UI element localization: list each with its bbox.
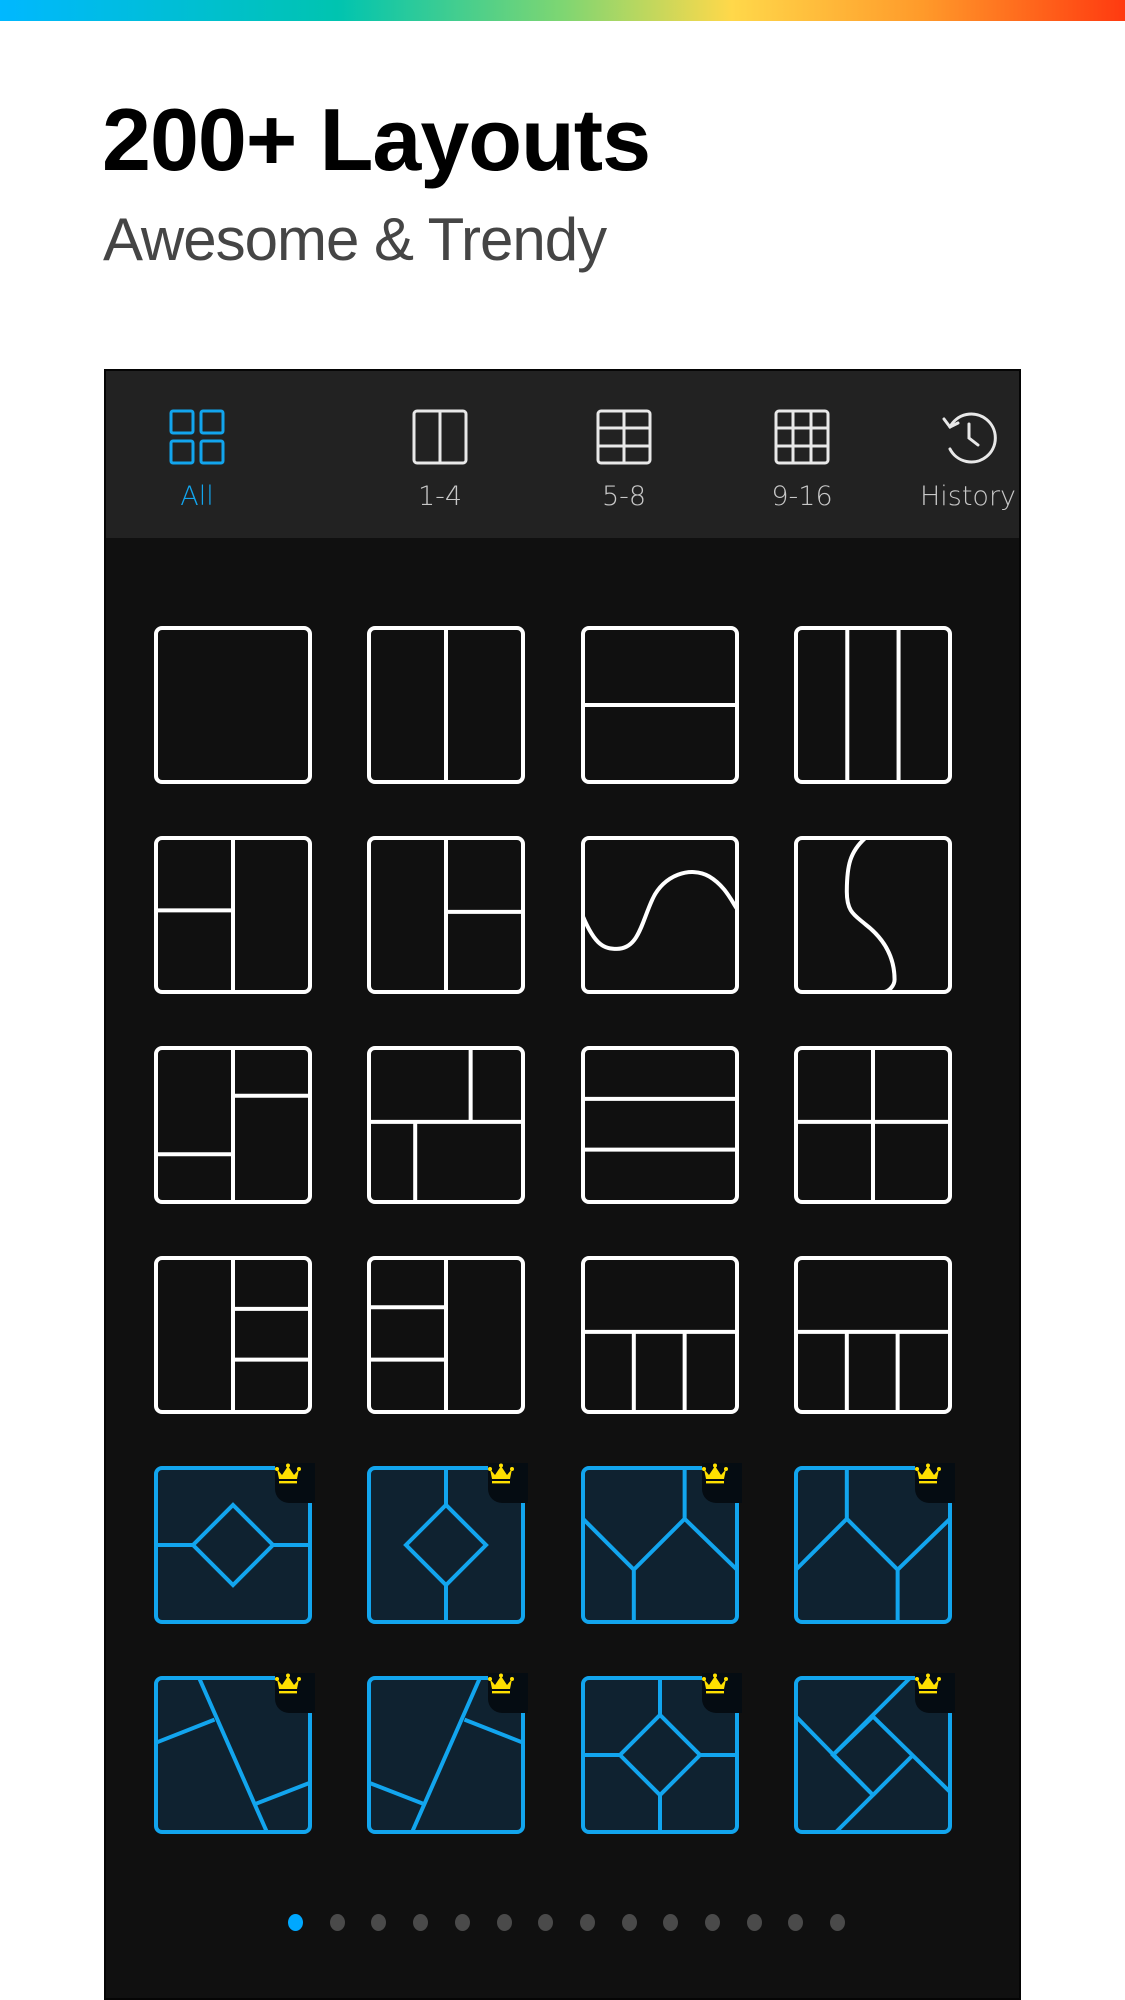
- layout-preview-icon: [794, 836, 952, 995]
- page-dot[interactable]: [288, 1914, 303, 1931]
- layout-preview-icon: [581, 1046, 739, 1204]
- layout-tile-top-full-bottom-three-alt[interactable]: [793, 1255, 953, 1415]
- history-clock-icon: [888, 407, 1048, 467]
- grid-2x3-icon: [564, 407, 684, 467]
- page-dot[interactable]: [496, 1914, 512, 1931]
- layout-tile-diagonal-left[interactable]: [153, 1673, 315, 1835]
- layout-tile-left-split-right-full[interactable]: [153, 835, 313, 995]
- layout-preview-icon: [154, 1046, 312, 1204]
- layout-preview-icon: [154, 836, 312, 994]
- category-tab-bar: All 1-4 5-8 9-16 History: [106, 371, 1019, 538]
- layout-tile-wave-horizontal[interactable]: [580, 835, 740, 995]
- layout-preview-icon: [581, 1256, 739, 1414]
- grid-2x2-icon: [137, 407, 257, 467]
- layout-tile-four-grid[interactable]: [793, 1045, 953, 1205]
- page-dot[interactable]: [830, 1914, 846, 1931]
- tab-5-8[interactable]: 5-8: [564, 407, 684, 512]
- tab-label: 5-8: [601, 481, 647, 512]
- layout-tile-y-shape-right[interactable]: [793, 1463, 955, 1625]
- layout-tile-top-full-bottom-three[interactable]: [580, 1255, 740, 1415]
- layout-preview-icon: [794, 1046, 952, 1204]
- premium-crown-icon: [488, 1673, 528, 1713]
- page-dot[interactable]: [705, 1914, 720, 1931]
- grid-3x3-icon: [742, 407, 862, 467]
- layout-preview-icon: [794, 626, 952, 784]
- premium-crown-icon: [915, 1463, 955, 1503]
- layout-tile-diagonal-right[interactable]: [366, 1673, 528, 1835]
- layout-tile-two-rows[interactable]: [580, 625, 740, 785]
- layout-tile-four-offset[interactable]: [366, 1045, 526, 1205]
- layout-preview-icon: [581, 836, 739, 994]
- page-dot[interactable]: [663, 1914, 679, 1931]
- layout-picker-panel: All 1-4 5-8 9-16 History: [104, 369, 1021, 2000]
- page-dot[interactable]: [454, 1914, 470, 1931]
- page-subtitle: Awesome & Trendy: [103, 206, 607, 273]
- layout-preview-icon: [154, 626, 312, 784]
- layout-tile-three-rows[interactable]: [580, 1045, 740, 1205]
- tab-label: All: [180, 481, 214, 512]
- layout-preview-icon: [367, 1256, 525, 1414]
- premium-crown-icon: [702, 1673, 742, 1713]
- layout-tile-wave-vertical[interactable]: [793, 835, 953, 995]
- layout-tile-left-split-right-split-offset[interactable]: [153, 1045, 313, 1205]
- page-dot[interactable]: [371, 1914, 387, 1931]
- premium-crown-icon: [275, 1673, 315, 1713]
- premium-crown-icon: [915, 1673, 955, 1713]
- page-dot[interactable]: [329, 1914, 345, 1931]
- tab-history[interactable]: History: [888, 407, 1048, 512]
- layout-tile-three-columns[interactable]: [793, 625, 953, 785]
- grid-1x2-icon: [380, 407, 500, 467]
- layout-preview-icon: [367, 1046, 525, 1204]
- premium-crown-icon: [488, 1463, 528, 1503]
- layout-preview-icon: [367, 626, 525, 784]
- layout-tile-left-full-right-split[interactable]: [366, 835, 526, 995]
- layout-tile-y-shape-left[interactable]: [580, 1463, 742, 1625]
- tab-label: 1-4: [417, 481, 463, 512]
- tab-9-16[interactable]: 9-16: [742, 407, 862, 512]
- layout-tile-diamond-horizontal[interactable]: [153, 1463, 315, 1625]
- layout-tile-diamond-vertical[interactable]: [366, 1463, 528, 1625]
- layout-preview-icon: [794, 1256, 952, 1414]
- layout-tile-left-full-right-three[interactable]: [153, 1255, 313, 1415]
- page-title: 200+ Layouts: [102, 90, 651, 189]
- page-dot[interactable]: [579, 1914, 595, 1931]
- page-dot[interactable]: [413, 1914, 429, 1931]
- page-dot[interactable]: [746, 1914, 762, 1931]
- tab-label: 9-16: [771, 481, 833, 512]
- premium-crown-icon: [702, 1463, 742, 1503]
- layout-preview-icon: [581, 626, 739, 784]
- layout-preview-icon: [367, 836, 525, 994]
- layout-tile-single[interactable]: [153, 625, 313, 785]
- page-dot[interactable]: [538, 1914, 554, 1931]
- page-dot[interactable]: [788, 1914, 804, 1931]
- premium-crown-icon: [275, 1463, 315, 1503]
- tab-1-4[interactable]: 1-4: [380, 407, 500, 512]
- layout-tile-two-columns[interactable]: [366, 625, 526, 785]
- layout-preview-icon: [154, 1256, 312, 1414]
- tab-all[interactable]: All: [137, 407, 257, 512]
- layout-tile-left-three-right-full[interactable]: [366, 1255, 526, 1415]
- page-dot[interactable]: [621, 1914, 637, 1931]
- layout-tile-diamond-cross[interactable]: [580, 1673, 742, 1835]
- layout-tile-pinwheel-diagonal[interactable]: [793, 1673, 955, 1835]
- rainbow-banner: [0, 0, 1125, 21]
- tab-label: History: [919, 481, 1017, 512]
- page-indicator: [106, 1914, 1019, 1934]
